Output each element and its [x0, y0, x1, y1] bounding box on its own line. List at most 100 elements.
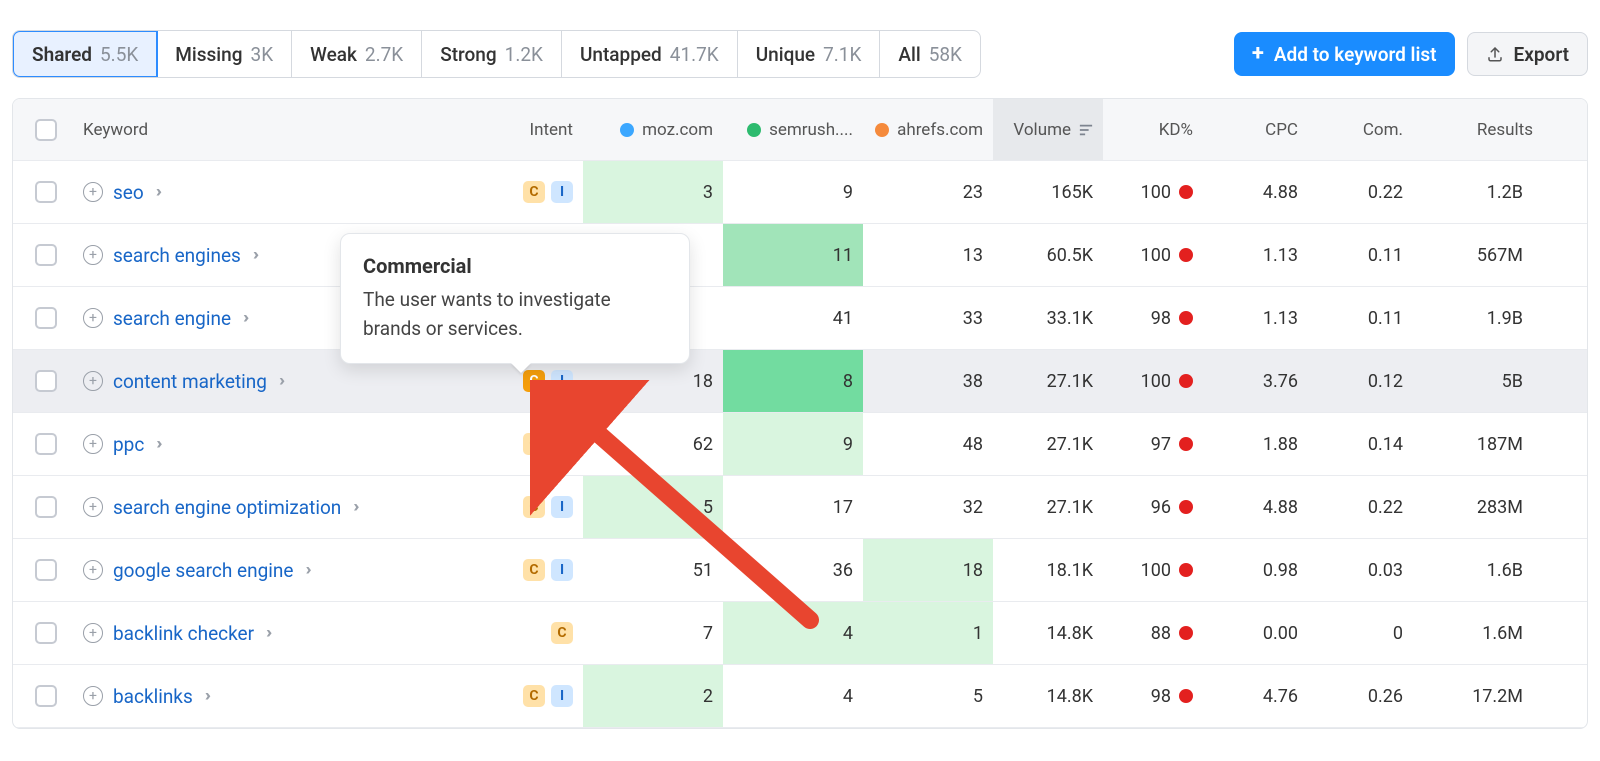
- intent-informational-badge[interactable]: I: [551, 181, 573, 203]
- expand-icon[interactable]: +: [83, 623, 103, 643]
- intent-commercial-badge[interactable]: C: [523, 370, 545, 392]
- expand-icon[interactable]: +: [83, 497, 103, 517]
- add-to-keyword-list-button[interactable]: + Add to keyword list: [1234, 32, 1455, 76]
- row-checkbox[interactable]: [35, 181, 57, 203]
- expand-icon[interactable]: +: [83, 686, 103, 706]
- col-com[interactable]: Com.: [1308, 99, 1413, 160]
- cell-results: 187M: [1413, 413, 1543, 475]
- expand-icon[interactable]: +: [83, 182, 103, 202]
- cell-ahrefs: 23: [863, 161, 993, 223]
- kd-difficulty-dot-icon: [1179, 500, 1193, 514]
- cell-volume: 14.8K: [993, 665, 1103, 727]
- export-icon: [1486, 45, 1504, 63]
- cell-ahrefs: 5: [863, 665, 993, 727]
- cell-ahrefs: 48: [863, 413, 993, 475]
- tab-strong[interactable]: Strong1.2K: [422, 31, 562, 77]
- cell-ahrefs: 18: [863, 539, 993, 601]
- tab-unique[interactable]: Unique7.1K: [738, 31, 881, 77]
- intent-commercial-badge[interactable]: C: [523, 496, 545, 518]
- cell-semrush: 4: [723, 665, 863, 727]
- intent-commercial-badge[interactable]: C: [523, 685, 545, 707]
- tab-count: 58K: [929, 43, 962, 66]
- cell-results: 283M: [1413, 476, 1543, 538]
- expand-icon[interactable]: +: [83, 434, 103, 454]
- expand-icon[interactable]: +: [83, 560, 103, 580]
- tab-shared[interactable]: Shared5.5K: [12, 30, 158, 78]
- keyword-link[interactable]: content marketing: [113, 370, 267, 393]
- keyword-link[interactable]: ppc: [113, 433, 144, 456]
- col-volume[interactable]: Volume: [993, 99, 1103, 160]
- chevrons-icon: ››: [253, 245, 255, 265]
- intent-commercial-badge[interactable]: C: [523, 559, 545, 581]
- kd-difficulty-dot-icon: [1179, 185, 1193, 199]
- cell-cpc: 0.00: [1203, 602, 1308, 664]
- row-checkbox[interactable]: [35, 622, 57, 644]
- tab-count: 41.7K: [670, 43, 719, 66]
- col-moz[interactable]: moz.com: [583, 99, 723, 160]
- col-cpc[interactable]: CPC: [1203, 99, 1308, 160]
- cell-results: 1.6B: [1413, 539, 1543, 601]
- tab-missing[interactable]: Missing3K: [157, 31, 292, 77]
- table-row: +backlink checker››C74114.8K880.0001.6M: [13, 602, 1587, 665]
- keyword-link[interactable]: search engine optimization: [113, 496, 341, 519]
- intent-commercial-badge[interactable]: C: [523, 181, 545, 203]
- col-ahrefs[interactable]: ahrefs.com: [863, 99, 993, 160]
- cell-semrush: 8: [723, 350, 863, 412]
- col-results[interactable]: Results: [1413, 99, 1543, 160]
- keyword-link[interactable]: seo: [113, 181, 144, 204]
- intent-informational-badge[interactable]: I: [551, 685, 573, 707]
- expand-icon[interactable]: +: [83, 245, 103, 265]
- kd-difficulty-dot-icon: [1179, 248, 1193, 262]
- expand-icon[interactable]: +: [83, 371, 103, 391]
- row-checkbox[interactable]: [35, 307, 57, 329]
- cell-volume: 33.1K: [993, 287, 1103, 349]
- keyword-link[interactable]: backlink checker: [113, 622, 254, 645]
- cell-cpc: 0.98: [1203, 539, 1308, 601]
- row-checkbox[interactable]: [35, 685, 57, 707]
- expand-icon[interactable]: +: [83, 308, 103, 328]
- row-checkbox[interactable]: [35, 370, 57, 392]
- cell-com: 0.14: [1308, 413, 1413, 475]
- intent-commercial-badge[interactable]: C: [551, 622, 573, 644]
- col-semrush[interactable]: semrush....: [723, 99, 863, 160]
- col-intent[interactable]: Intent: [493, 99, 583, 160]
- keyword-link[interactable]: search engine: [113, 307, 231, 330]
- cell-com: 0: [1308, 602, 1413, 664]
- kd-difficulty-dot-icon: [1179, 374, 1193, 388]
- tooltip-title: Commercial: [363, 254, 667, 278]
- row-checkbox[interactable]: [35, 433, 57, 455]
- intent-commercial-badge[interactable]: C: [523, 433, 545, 455]
- keyword-link[interactable]: search engines: [113, 244, 241, 267]
- tab-label: Weak: [310, 43, 357, 66]
- col-keyword[interactable]: Keyword: [73, 99, 493, 160]
- cell-cpc: 4.88: [1203, 161, 1308, 223]
- keyword-link[interactable]: google search engine: [113, 559, 293, 582]
- cell-cpc: 1.88: [1203, 413, 1308, 475]
- select-all-checkbox[interactable]: [35, 119, 57, 141]
- row-checkbox[interactable]: [35, 496, 57, 518]
- row-checkbox[interactable]: [35, 244, 57, 266]
- cell-com: 0.11: [1308, 287, 1413, 349]
- semrush-dot-icon: [747, 123, 761, 137]
- keyword-link[interactable]: backlinks: [113, 685, 193, 708]
- table-row: +seo››CI3923165K1004.880.221.2B: [13, 161, 1587, 224]
- tab-label: Untapped: [580, 43, 662, 66]
- export-button[interactable]: Export: [1467, 32, 1588, 76]
- cell-kd: 96: [1103, 476, 1203, 538]
- intent-informational-badge[interactable]: I: [551, 559, 573, 581]
- tab-untapped[interactable]: Untapped 41.7K: [562, 31, 738, 77]
- cell-ahrefs: 1: [863, 602, 993, 664]
- row-checkbox[interactable]: [35, 559, 57, 581]
- chevrons-icon: ››: [266, 623, 268, 643]
- cell-cpc: 4.88: [1203, 476, 1308, 538]
- tab-all[interactable]: All58K: [880, 31, 980, 77]
- kd-difficulty-dot-icon: [1179, 311, 1193, 325]
- tab-weak[interactable]: Weak2.7K: [292, 31, 422, 77]
- kd-difficulty-dot-icon: [1179, 626, 1193, 640]
- intent-informational-badge[interactable]: I: [551, 496, 573, 518]
- intent-informational-badge[interactable]: I: [551, 433, 573, 455]
- cell-results: 567M: [1413, 224, 1543, 286]
- intent-informational-badge[interactable]: I: [551, 370, 573, 392]
- col-kd[interactable]: KD%: [1103, 99, 1203, 160]
- chevrons-icon: ››: [205, 686, 207, 706]
